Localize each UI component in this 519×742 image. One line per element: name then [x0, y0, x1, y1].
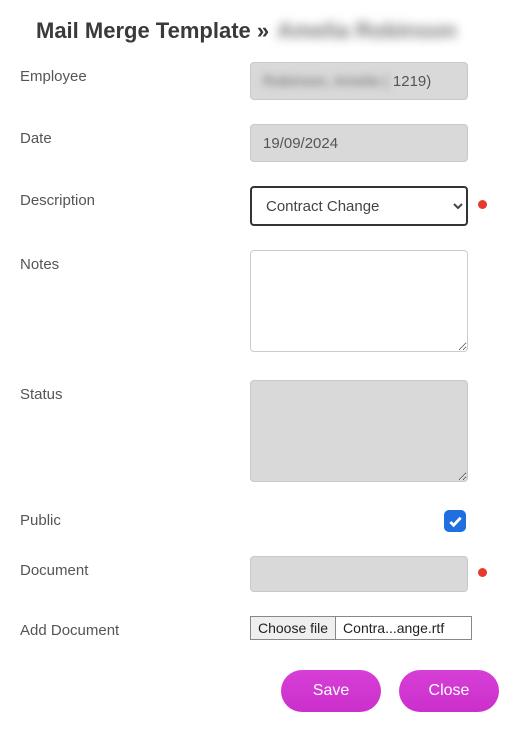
required-indicator-icon: [478, 568, 487, 577]
employee-field: Robinson, Amelia ( 1219): [250, 62, 468, 100]
title-prefix: Mail Merge Template »: [36, 18, 269, 44]
close-button[interactable]: Close: [399, 670, 499, 712]
notes-textarea[interactable]: [250, 250, 468, 352]
page-title: Mail Merge Template » Amelia Robinson: [36, 18, 499, 44]
employee-name-blurred: Robinson, Amelia (: [263, 73, 389, 90]
label-notes: Notes: [20, 250, 250, 273]
button-row: Save Close: [20, 670, 499, 712]
label-employee: Employee: [20, 62, 250, 85]
chosen-file-name: Contra...ange.rtf: [336, 616, 472, 640]
check-icon: [448, 514, 463, 529]
employee-code: 1219): [393, 73, 431, 90]
description-select[interactable]: Contract Change: [250, 186, 468, 226]
date-field: 19/09/2024: [250, 124, 468, 162]
file-input[interactable]: Choose file Contra...ange.rtf: [250, 616, 472, 640]
label-add-document: Add Document: [20, 616, 250, 639]
label-public: Public: [20, 510, 250, 529]
label-status: Status: [20, 380, 250, 403]
label-document: Document: [20, 556, 250, 579]
label-description: Description: [20, 186, 250, 209]
public-checkbox[interactable]: [444, 510, 466, 532]
label-date: Date: [20, 124, 250, 147]
choose-file-button[interactable]: Choose file: [250, 616, 336, 640]
title-employee-name: Amelia Robinson: [277, 18, 457, 44]
document-field: [250, 556, 468, 592]
status-textarea[interactable]: [250, 380, 468, 482]
save-button[interactable]: Save: [281, 670, 381, 712]
required-indicator-icon: [478, 200, 487, 209]
